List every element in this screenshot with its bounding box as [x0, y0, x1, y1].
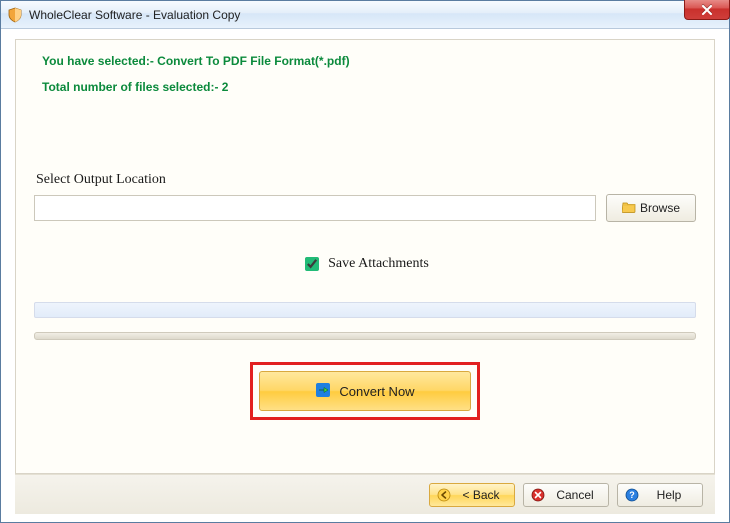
window-title: WholeClear Software - Evaluation Copy [29, 8, 723, 22]
divider-bar [34, 332, 696, 340]
footer-bar: < Back Cancel ? Help [15, 474, 715, 514]
output-location-input[interactable] [34, 195, 596, 221]
app-window: WholeClear Software - Evaluation Copy Yo… [0, 0, 730, 523]
close-button[interactable] [684, 0, 730, 20]
cancel-icon [530, 487, 546, 503]
help-button-label: Help [646, 488, 692, 502]
folder-icon [622, 201, 636, 216]
convert-now-label: Convert Now [339, 384, 414, 399]
progress-bar [34, 302, 696, 318]
convert-highlight-frame: Convert Now [250, 362, 480, 420]
back-button[interactable]: < Back [429, 483, 515, 507]
app-icon [7, 7, 23, 23]
save-attachments-label: Save Attachments [328, 256, 429, 272]
help-button[interactable]: ? Help [617, 483, 703, 507]
help-icon: ? [624, 487, 640, 503]
convert-now-button[interactable]: Convert Now [259, 371, 471, 411]
browse-button-label: Browse [640, 201, 680, 215]
back-icon [436, 487, 452, 503]
wizard-panel: You have selected:- Convert To PDF File … [15, 39, 715, 474]
cancel-button[interactable]: Cancel [523, 483, 609, 507]
close-icon [701, 5, 713, 15]
back-button-label: < Back [458, 488, 504, 502]
browse-button[interactable]: Browse [606, 194, 696, 222]
file-count-summary: Total number of files selected:- 2 [42, 80, 696, 94]
cancel-button-label: Cancel [552, 488, 598, 502]
save-attachments-checkbox[interactable] [305, 257, 319, 271]
save-attachments-row[interactable]: Save Attachments [34, 254, 696, 274]
content-area: You have selected:- Convert To PDF File … [1, 29, 729, 522]
convert-icon [315, 382, 331, 401]
svg-text:?: ? [629, 490, 635, 500]
selection-summary: You have selected:- Convert To PDF File … [42, 54, 696, 68]
titlebar: WholeClear Software - Evaluation Copy [1, 1, 729, 29]
output-location-label: Select Output Location [36, 172, 696, 188]
output-location-row: Browse [34, 194, 696, 222]
